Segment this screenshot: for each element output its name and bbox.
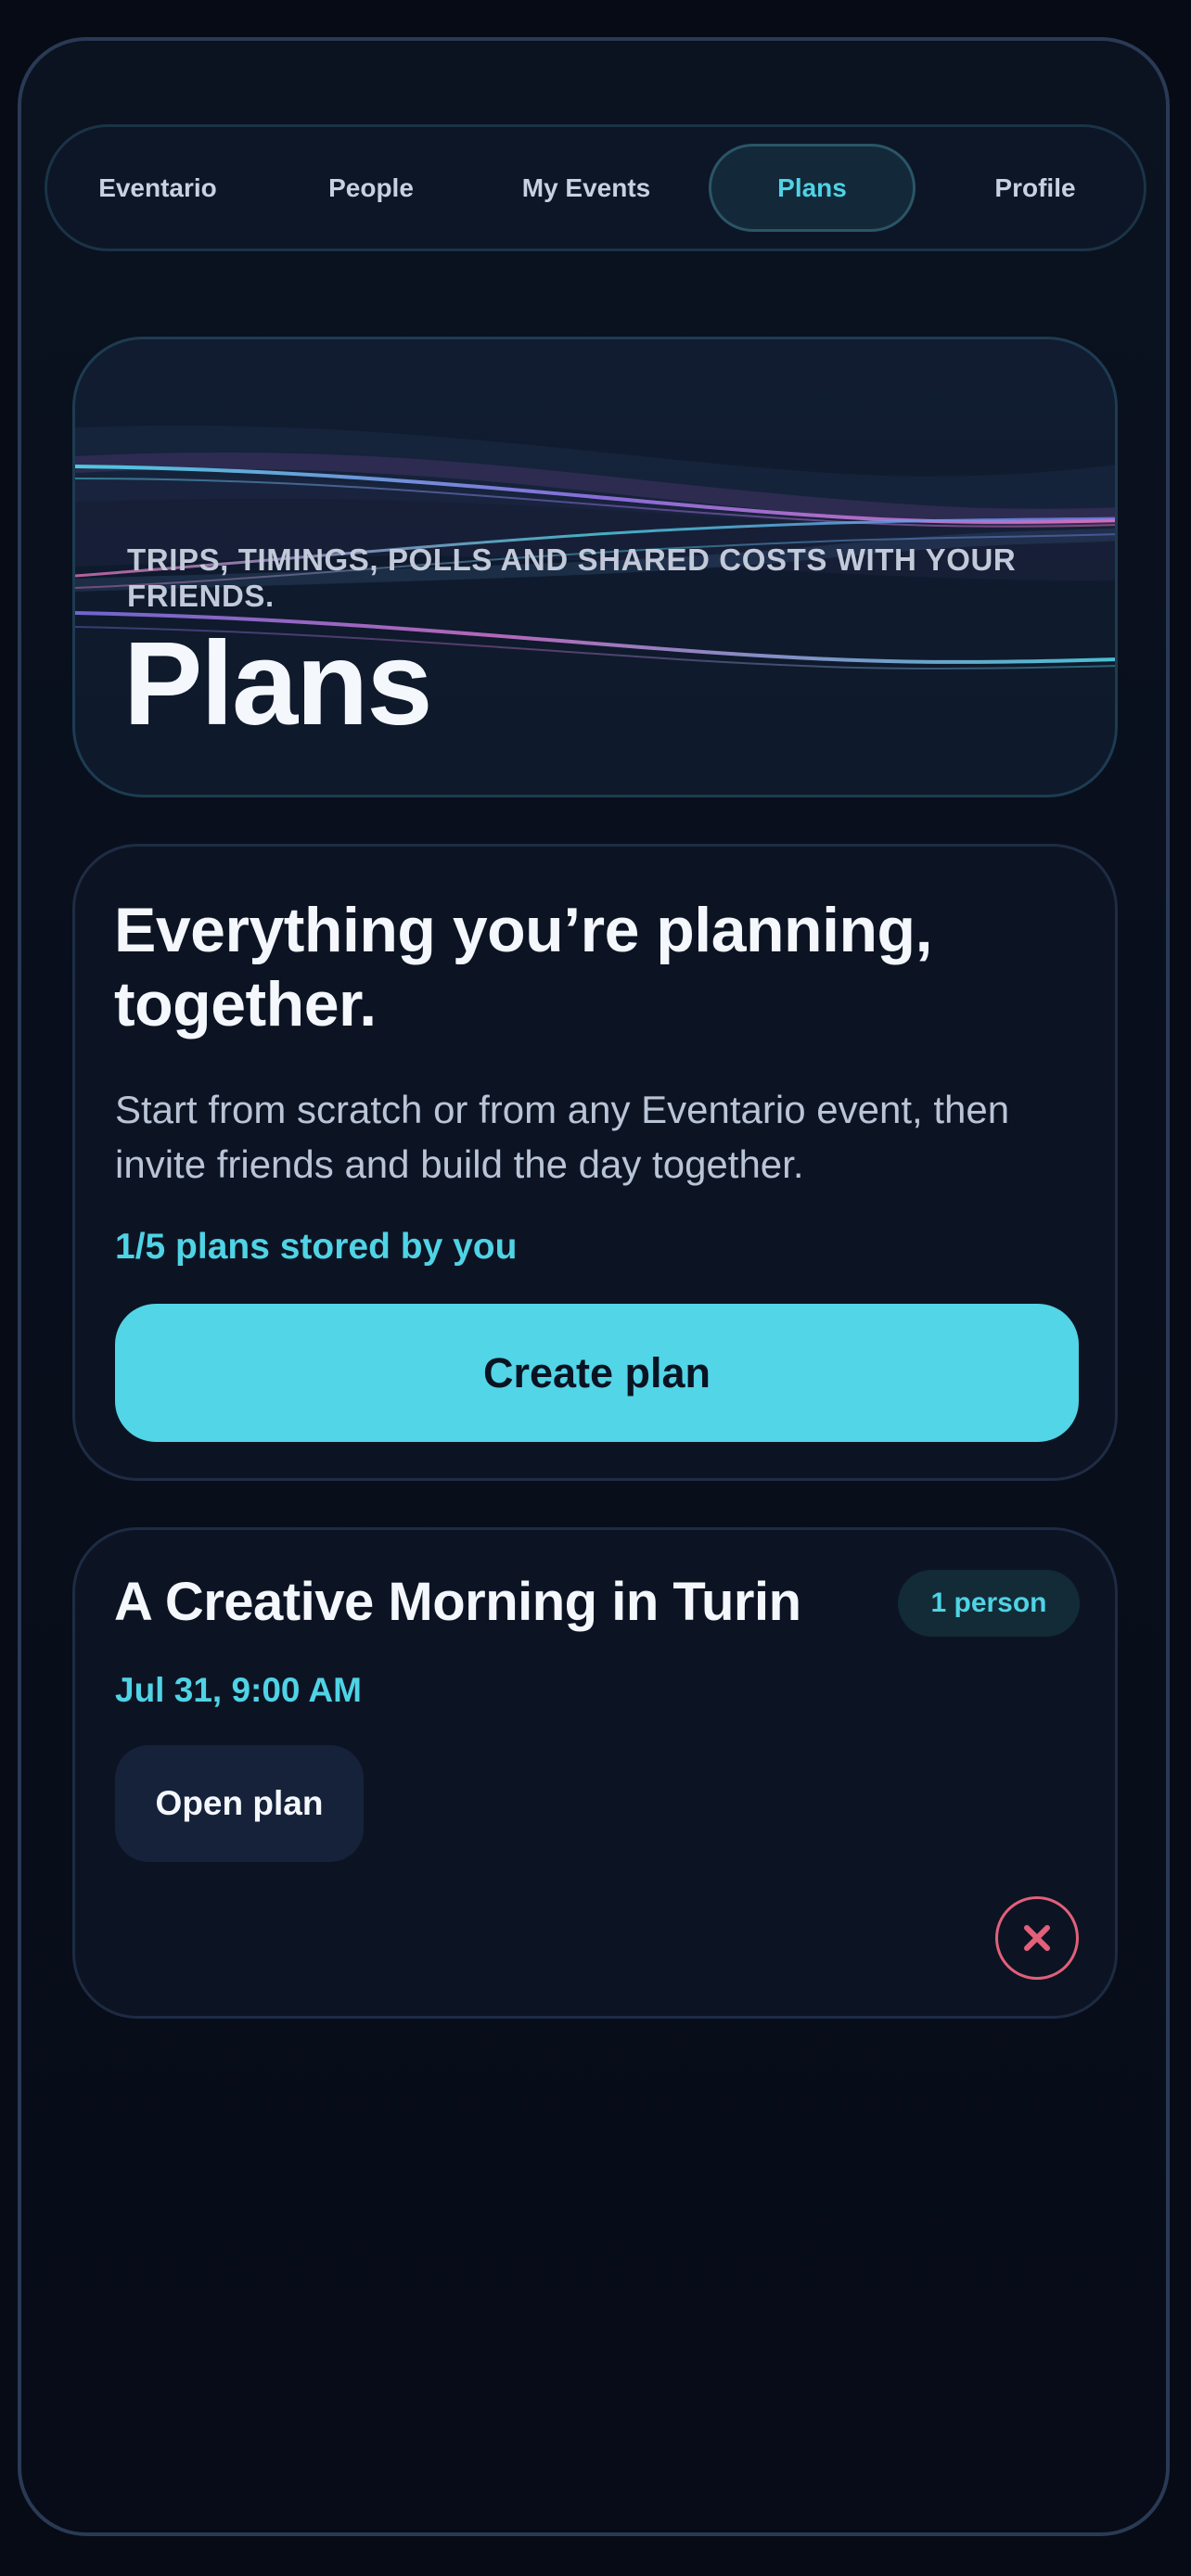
intro-heading: Everything you’re planning, together. xyxy=(114,895,932,1039)
plans-storage-count: 1/5 plans stored by you xyxy=(115,1227,518,1267)
hero-banner: Trips, timings, polls and shared costs w… xyxy=(72,337,1118,797)
close-icon xyxy=(1024,1925,1050,1951)
plans-intro-card: Everything you’re planning, together. St… xyxy=(72,844,1118,1481)
plan-datetime: Jul 31, 9:00 AM xyxy=(115,1671,362,1709)
open-plan-button[interactable]: Open plan xyxy=(115,1745,364,1862)
tab-my-events[interactable]: My Events xyxy=(489,144,684,232)
attendees-badge: 1 person xyxy=(898,1570,1080,1637)
tab-eventario[interactable]: Eventario xyxy=(60,144,255,232)
delete-plan-button[interactable] xyxy=(995,1896,1079,1980)
plan-title: A Creative Morning in Turin xyxy=(114,1572,801,1632)
intro-description: Start from scratch or from any Eventario… xyxy=(115,1088,1010,1186)
tab-profile[interactable]: Profile xyxy=(938,144,1133,232)
page-title: Plans xyxy=(123,618,432,750)
tab-plans[interactable]: Plans xyxy=(709,144,916,232)
create-plan-button[interactable]: Create plan xyxy=(115,1304,1079,1442)
top-nav: Eventario People My Events Plans Profile xyxy=(45,124,1146,251)
tab-people[interactable]: People xyxy=(274,144,468,232)
plan-card: A Creative Morning in Turin 1 person Jul… xyxy=(72,1527,1118,2019)
hero-subtitle: Trips, timings, polls and shared costs w… xyxy=(127,542,1017,613)
